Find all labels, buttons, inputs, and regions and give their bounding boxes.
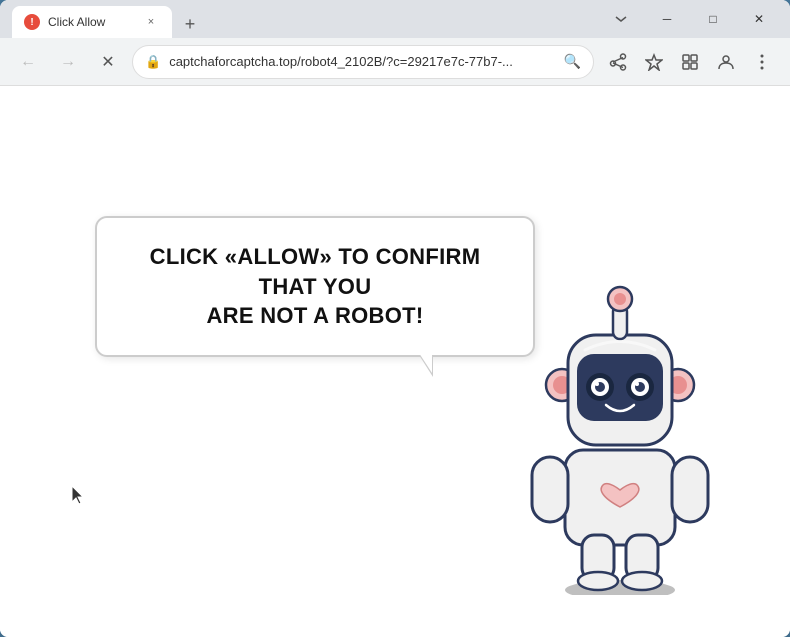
tab-strip: ! Click Allow × + — [8, 0, 598, 38]
share-button[interactable] — [602, 46, 634, 78]
bookmark-button[interactable] — [638, 46, 670, 78]
address-bar[interactable]: 🔒 captchaforcaptcha.top/robot4_2102B/?c=… — [132, 45, 594, 79]
maximize-button[interactable]: □ — [690, 0, 736, 38]
nav-right-icons — [602, 46, 778, 78]
back-button[interactable]: ← — [12, 46, 44, 78]
cursor-pointer — [72, 486, 84, 504]
reload-button[interactable]: ✕ — [92, 46, 124, 78]
new-tab-button[interactable]: + — [176, 10, 204, 38]
speech-bubble: CLICK «ALLOW» TO CONFIRM THAT YOU ARE NO… — [95, 216, 535, 357]
minimize-button[interactable]: ─ — [644, 0, 690, 38]
extensions-button[interactable] — [674, 46, 706, 78]
window-controls: ─ □ ✕ — [598, 0, 782, 38]
browser-window: ! Click Allow × + ─ □ ✕ ← → ✕ 🔒 captchaf… — [0, 0, 790, 637]
tab-title: Click Allow — [48, 15, 134, 29]
page-content: CLICK «ALLOW» TO CONFIRM THAT YOU ARE NO… — [0, 86, 790, 637]
title-bar: ! Click Allow × + ─ □ ✕ — [0, 0, 790, 38]
nav-bar: ← → ✕ 🔒 captchaforcaptcha.top/robot4_210… — [0, 38, 790, 86]
forward-button[interactable]: → — [52, 46, 84, 78]
robot-illustration — [510, 267, 730, 607]
browser-tab[interactable]: ! Click Allow × — [12, 6, 172, 38]
search-icon[interactable]: 🔍 — [564, 53, 581, 70]
close-button[interactable]: ✕ — [736, 0, 782, 38]
bubble-text: CLICK «ALLOW» TO CONFIRM THAT YOU ARE NO… — [125, 242, 505, 331]
menu-button[interactable] — [746, 46, 778, 78]
chevron-down-icon[interactable] — [598, 0, 644, 38]
profile-button[interactable] — [710, 46, 742, 78]
url-text: captchaforcaptcha.top/robot4_2102B/?c=29… — [169, 54, 555, 69]
tab-favicon: ! — [24, 14, 40, 30]
tab-close-button[interactable]: × — [142, 13, 160, 31]
lock-icon: 🔒 — [145, 54, 161, 70]
